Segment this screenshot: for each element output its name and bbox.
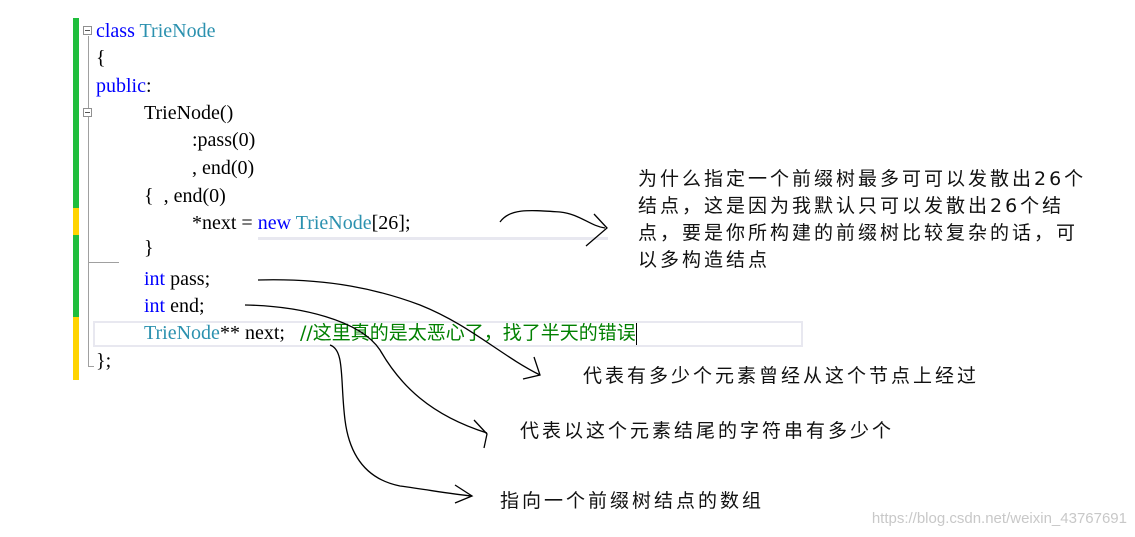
arrow-to-note-26 (499, 209, 606, 229)
arrowhead (522, 356, 541, 380)
watermark: https://blog.csdn.net/weixin_43767691 (871, 510, 1127, 527)
annotation-arrows (244, 209, 608, 504)
arrow-to-note-pass (257, 279, 541, 376)
arrowhead (585, 213, 608, 247)
arrowhead (473, 419, 488, 449)
arrow-to-note-next (329, 344, 473, 497)
arrow-to-note-end (244, 304, 488, 434)
